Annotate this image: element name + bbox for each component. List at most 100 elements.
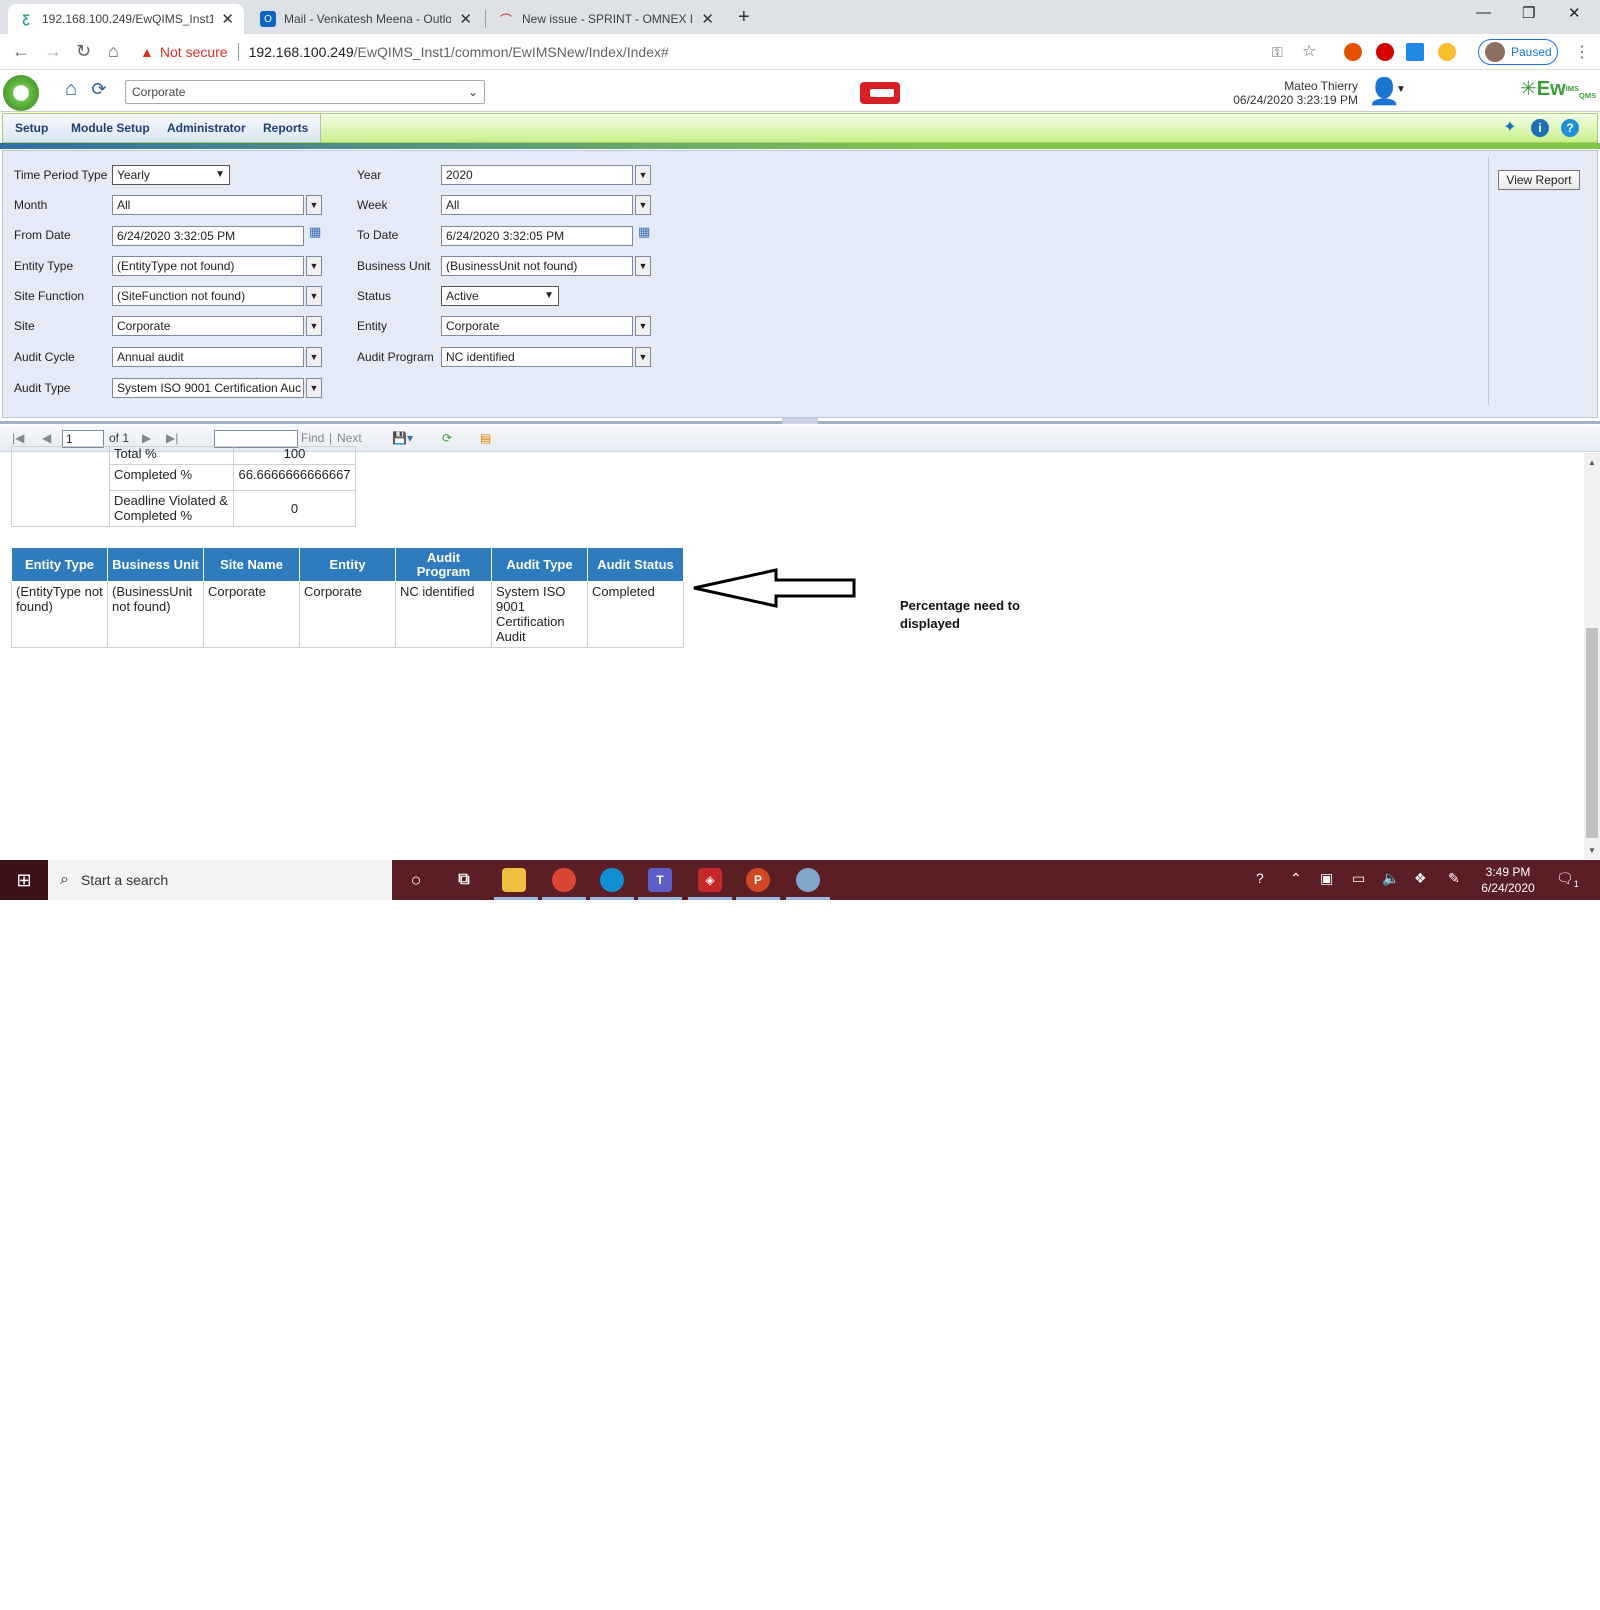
home-icon[interactable]: ⌂ xyxy=(58,76,84,102)
month-field[interactable]: All xyxy=(112,195,304,215)
scroll-up-icon[interactable]: ▲ xyxy=(1588,458,1596,467)
display-icon[interactable]: ▣ xyxy=(1320,870,1333,887)
site-function-dropdown-icon[interactable]: ▼ xyxy=(306,286,322,306)
next-link[interactable]: Next xyxy=(337,431,362,445)
week-field[interactable]: All xyxy=(441,195,633,215)
security-app-icon[interactable]: ◈ xyxy=(698,868,722,892)
calendar-icon[interactable]: ▦ xyxy=(638,224,654,240)
close-tab-icon[interactable]: ✕ xyxy=(459,10,472,28)
from-date-field[interactable]: 6/24/2020 3:32:05 PM xyxy=(112,226,304,246)
close-window-icon[interactable]: ✕ xyxy=(1568,4,1581,22)
refresh-icon[interactable]: ⟳ xyxy=(442,431,452,445)
entity-type-dropdown-icon[interactable]: ▼ xyxy=(306,256,322,276)
powerpoint-icon[interactable]: P xyxy=(746,868,770,892)
back-icon[interactable]: ← xyxy=(12,41,30,62)
security-indicator[interactable]: Not secure xyxy=(160,44,228,60)
refresh-icon[interactable]: ⟳ xyxy=(86,76,112,102)
audit-cycle-dropdown-icon[interactable]: ▼ xyxy=(306,347,322,367)
windows-start-icon[interactable]: ⊞ xyxy=(0,860,48,900)
view-report-button[interactable]: View Report xyxy=(1498,170,1580,190)
file-explorer-icon[interactable] xyxy=(502,868,526,892)
close-tab-icon[interactable]: ✕ xyxy=(701,10,714,28)
help-icon[interactable]: ? xyxy=(1561,119,1579,137)
time-period-type-select[interactable]: Yearly ▼ xyxy=(112,165,230,185)
site-field[interactable]: Corporate xyxy=(112,316,304,336)
audit-cycle-field[interactable]: Annual audit xyxy=(112,347,304,367)
annotation-arrow-icon xyxy=(693,568,856,608)
volume-icon[interactable]: 🔈 xyxy=(1382,870,1399,887)
home-icon[interactable]: ⌂ xyxy=(108,41,119,62)
dropbox-icon[interactable]: ❖ xyxy=(1414,870,1427,887)
teams-icon[interactable]: T xyxy=(648,868,672,892)
extension-stop-icon[interactable] xyxy=(1376,43,1394,61)
audit-program-dropdown-icon[interactable]: ▼ xyxy=(635,347,651,367)
chevron-up-icon[interactable]: ⌃ xyxy=(1290,870,1302,887)
export-save-icon[interactable]: 💾▾ xyxy=(392,431,413,445)
action-center-icon[interactable]: 🗨1 xyxy=(1556,870,1579,889)
year-dropdown-icon[interactable]: ▼ xyxy=(635,165,651,185)
scroll-down-icon[interactable]: ▼ xyxy=(1588,846,1596,855)
entity-field[interactable]: Corporate xyxy=(441,316,633,336)
profile-paused-button[interactable]: Paused xyxy=(1478,39,1558,65)
caret-down-icon[interactable]: ▼ xyxy=(1396,84,1406,95)
chrome-icon[interactable] xyxy=(552,868,576,892)
tab-new-issue[interactable]: ⌒ New issue - SPRINT - OMNEX ISS ✕ xyxy=(488,4,724,34)
pin-icon[interactable]: ✦ xyxy=(1501,119,1519,137)
cortana-icon[interactable]: ○ xyxy=(404,868,428,892)
previous-page-icon[interactable]: ◀ xyxy=(42,431,51,445)
audit-type-field[interactable]: System ISO 9001 Certification Auc xyxy=(112,378,304,398)
restore-icon[interactable]: ❐ xyxy=(1522,4,1535,22)
site-dropdown-icon[interactable]: ▼ xyxy=(306,316,322,336)
extension-windows-icon[interactable] xyxy=(1406,43,1424,61)
paint-icon[interactable] xyxy=(796,868,820,892)
edge-icon[interactable] xyxy=(600,868,624,892)
extension-circle-icon[interactable] xyxy=(1438,43,1456,61)
print-layout-icon[interactable]: ▤ xyxy=(480,431,491,445)
extension-fire-icon[interactable] xyxy=(1344,43,1362,61)
last-page-icon[interactable]: ▶| xyxy=(166,431,178,445)
menu-reports[interactable]: Reports xyxy=(251,114,322,142)
forward-icon[interactable]: → xyxy=(44,41,62,62)
bookmark-star-icon[interactable]: ☆ xyxy=(1302,41,1316,61)
task-view-icon[interactable]: ⧉ xyxy=(452,868,476,892)
organization-select[interactable]: Corporate ⌄ xyxy=(125,80,485,104)
calendar-icon[interactable]: ▦ xyxy=(309,224,325,240)
close-tab-icon[interactable]: ✕ xyxy=(221,10,234,28)
business-unit-dropdown-icon[interactable]: ▼ xyxy=(635,256,651,276)
month-dropdown-icon[interactable]: ▼ xyxy=(306,195,322,215)
info-icon[interactable]: i xyxy=(1531,119,1549,137)
entity-dropdown-icon[interactable]: ▼ xyxy=(635,316,651,336)
find-link[interactable]: Find xyxy=(301,431,324,445)
entity-type-field[interactable]: (EntityType not found) xyxy=(112,256,304,276)
url-field[interactable]: ▲ Not secure 192.168.100.249 /EwQIMS_Ins… xyxy=(140,39,1340,65)
menu-administrator[interactable]: Administrator xyxy=(155,114,259,142)
tab-ewqims[interactable]: Ƹ 192.168.100.249/EwQIMS_Inst1/c ✕ xyxy=(8,4,244,34)
summary-value: 0 xyxy=(233,490,356,527)
key-icon[interactable]: ⚿ xyxy=(1272,44,1283,61)
taskbar-clock[interactable]: 3:49 PM 6/24/2020 xyxy=(1478,864,1538,896)
year-field[interactable]: 2020 xyxy=(441,165,633,185)
status-select[interactable]: Active ▼ xyxy=(441,286,559,306)
user-info: Mateo Thierry 06/24/2020 3:23:19 PM xyxy=(1200,79,1358,107)
tab-outlook-mail[interactable]: O Mail - Venkatesh Meena - Outloo ✕ xyxy=(250,4,482,34)
first-page-icon[interactable]: |◀ xyxy=(12,431,24,445)
reload-icon[interactable]: ↻ xyxy=(76,41,91,62)
pen-icon[interactable]: ✎ xyxy=(1448,870,1460,887)
to-date-field[interactable]: 6/24/2020 3:32:05 PM xyxy=(441,226,633,246)
minimize-icon[interactable]: — xyxy=(1476,4,1491,21)
business-unit-field[interactable]: (BusinessUnit not found) xyxy=(441,256,633,276)
menu-setup[interactable]: Setup xyxy=(3,114,62,142)
help-tray-icon[interactable]: ? xyxy=(1256,870,1264,886)
site-function-field[interactable]: (SiteFunction not found) xyxy=(112,286,304,306)
audit-program-field[interactable]: NC identified xyxy=(441,347,633,367)
taskbar-search-box[interactable]: ⌕ Start a search xyxy=(48,860,392,900)
new-tab-button[interactable]: + xyxy=(738,6,750,29)
browser-menu-icon[interactable]: ⋮ xyxy=(1574,42,1590,62)
menu-module-setup[interactable]: Module Setup xyxy=(59,114,163,142)
week-dropdown-icon[interactable]: ▼ xyxy=(635,195,651,215)
audit-type-dropdown-icon[interactable]: ▼ xyxy=(306,378,322,398)
next-page-icon[interactable]: ▶ xyxy=(142,431,151,445)
collapse-handle[interactable] xyxy=(782,418,818,424)
battery-icon[interactable]: ▭ xyxy=(1352,870,1365,887)
scrollbar-thumb[interactable] xyxy=(1586,628,1598,838)
